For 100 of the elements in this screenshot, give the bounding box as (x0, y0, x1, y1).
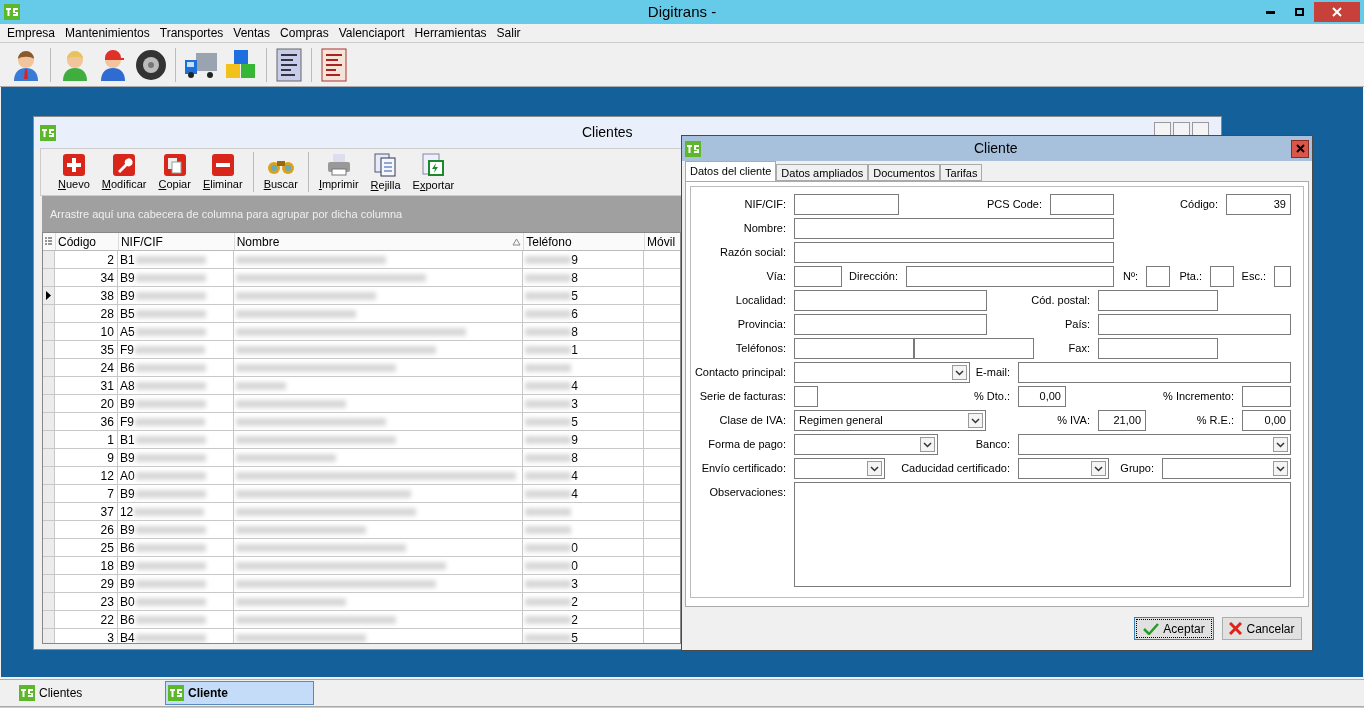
text-field[interactable]: 39 (1226, 194, 1291, 215)
close-icon (1332, 7, 1342, 17)
close-button[interactable] (1291, 139, 1309, 158)
column-header[interactable]: Nombre (233, 233, 524, 250)
table-cell: 12 (55, 467, 118, 484)
text-field[interactable] (1098, 290, 1218, 311)
taskbar-item[interactable]: Cliente (165, 681, 314, 705)
blurred-text (135, 633, 206, 642)
toolbar-button[interactable]: Imprimir (313, 150, 364, 194)
text-area[interactable] (794, 482, 1291, 587)
dropdown[interactable] (1018, 458, 1109, 479)
column-header[interactable]: Móvil (644, 233, 680, 250)
toolbar-button[interactable]: Exportar (407, 150, 460, 194)
dropdown[interactable]: Regimen general (794, 410, 986, 431)
tab[interactable]: Documentos (868, 164, 941, 181)
text-field[interactable] (794, 218, 1114, 239)
dropdown[interactable] (794, 458, 885, 479)
text-field[interactable] (1146, 266, 1170, 287)
text-field[interactable] (1098, 338, 1218, 359)
dropdown[interactable] (794, 434, 938, 455)
toolbar-button[interactable]: Modificar (96, 150, 152, 194)
blurred-text (135, 399, 206, 408)
toolbar-button[interactable]: Copiar (153, 150, 196, 194)
text-field[interactable] (794, 290, 987, 311)
blurred-text (525, 633, 572, 642)
toolbar-button[interactable]: Rejilla (365, 150, 406, 194)
tab[interactable]: Datos ampliados (776, 164, 869, 181)
row-indicator[interactable] (43, 287, 55, 304)
tire-icon[interactable] (135, 48, 167, 81)
app-icon (168, 685, 184, 701)
text-field[interactable] (794, 386, 818, 407)
column-chooser-icon[interactable] (45, 237, 53, 246)
text-field[interactable] (1050, 194, 1114, 215)
text-field[interactable] (794, 266, 842, 287)
table-cell: 36 (55, 413, 118, 430)
menu-item[interactable]: Empresa (2, 24, 61, 42)
text-field[interactable]: 21,00 (1098, 410, 1146, 431)
text-field[interactable] (794, 338, 914, 359)
text-field[interactable] (1242, 386, 1291, 407)
table-cell-text: 12 (118, 503, 134, 521)
dropdown[interactable] (1162, 458, 1291, 479)
blurred-text (525, 561, 572, 570)
dropdown[interactable] (1018, 434, 1291, 455)
close-button[interactable] (1192, 121, 1209, 136)
text-field[interactable]: 0,00 (1018, 386, 1066, 407)
dropdown[interactable] (794, 362, 970, 383)
table-cell-text: 2 (571, 593, 578, 611)
table-cell: 20 (55, 395, 118, 412)
column-header[interactable]: Teléfono (523, 233, 645, 250)
tab[interactable]: Datos del cliente (685, 161, 777, 181)
text-field[interactable] (1018, 362, 1291, 383)
copy-icon (162, 153, 187, 177)
toolbar-button[interactable]: Nuevo (53, 150, 95, 194)
column-header[interactable]: Código (55, 233, 118, 250)
toolbar-button[interactable]: Buscar (258, 150, 303, 194)
menu-item[interactable]: Herramientas (409, 24, 492, 42)
menu-item[interactable]: Mantenimientos (60, 24, 155, 42)
text-field[interactable] (914, 338, 1034, 359)
text-field[interactable] (1210, 266, 1234, 287)
restore-button[interactable] (1173, 121, 1190, 136)
table-cell: 34 (55, 269, 118, 286)
document-icon[interactable] (275, 47, 303, 82)
taskbar-item[interactable]: Clientes (16, 681, 165, 705)
blurred-text (135, 255, 206, 264)
menu-item[interactable]: Compras (275, 24, 334, 42)
table-cell: 31 (55, 377, 118, 394)
table-cell-text: A8 (118, 377, 135, 395)
text-field[interactable] (794, 242, 1114, 263)
menu-item[interactable]: Transportes (154, 24, 229, 42)
table-cell-text: 2 (571, 611, 578, 629)
toolbar-button[interactable]: Eliminar (197, 150, 248, 194)
text-field[interactable] (1274, 266, 1291, 287)
text-field[interactable] (1098, 314, 1291, 335)
cancel-button[interactable]: Cancelar (1222, 617, 1302, 640)
table-cell-text: 1 (571, 341, 578, 359)
table-cell: 23 (55, 593, 118, 610)
text-field[interactable] (906, 266, 1114, 287)
text-field[interactable]: 0,00 (1242, 410, 1291, 431)
menu-item[interactable]: Salir (491, 24, 526, 42)
plus-icon (61, 153, 86, 177)
text-field[interactable] (794, 194, 899, 215)
minimize-button[interactable] (1154, 121, 1171, 136)
tab[interactable]: Tarifas (940, 164, 983, 181)
table-cell-text: B9 (118, 575, 135, 593)
cubes-icon[interactable] (224, 48, 258, 81)
menu-item[interactable]: Ventas (228, 24, 276, 42)
text-field[interactable] (794, 314, 987, 335)
field-label: Razón social: (719, 245, 786, 261)
table-cell-text: 5 (571, 287, 578, 305)
blurred-text (525, 345, 572, 354)
menu-item[interactable]: Valenciaport (333, 24, 410, 42)
table-cell-text: 0 (571, 557, 578, 575)
column-header[interactable]: NIF/CIF (117, 233, 234, 250)
accept-button[interactable]: Aceptar (1134, 617, 1214, 640)
chevron-down-icon (1094, 465, 1103, 472)
sort-up-icon (512, 237, 522, 246)
blurred-text (525, 543, 572, 552)
app-icon (40, 124, 56, 141)
report-icon[interactable] (320, 47, 348, 82)
table-cell-text: B9 (118, 449, 135, 467)
